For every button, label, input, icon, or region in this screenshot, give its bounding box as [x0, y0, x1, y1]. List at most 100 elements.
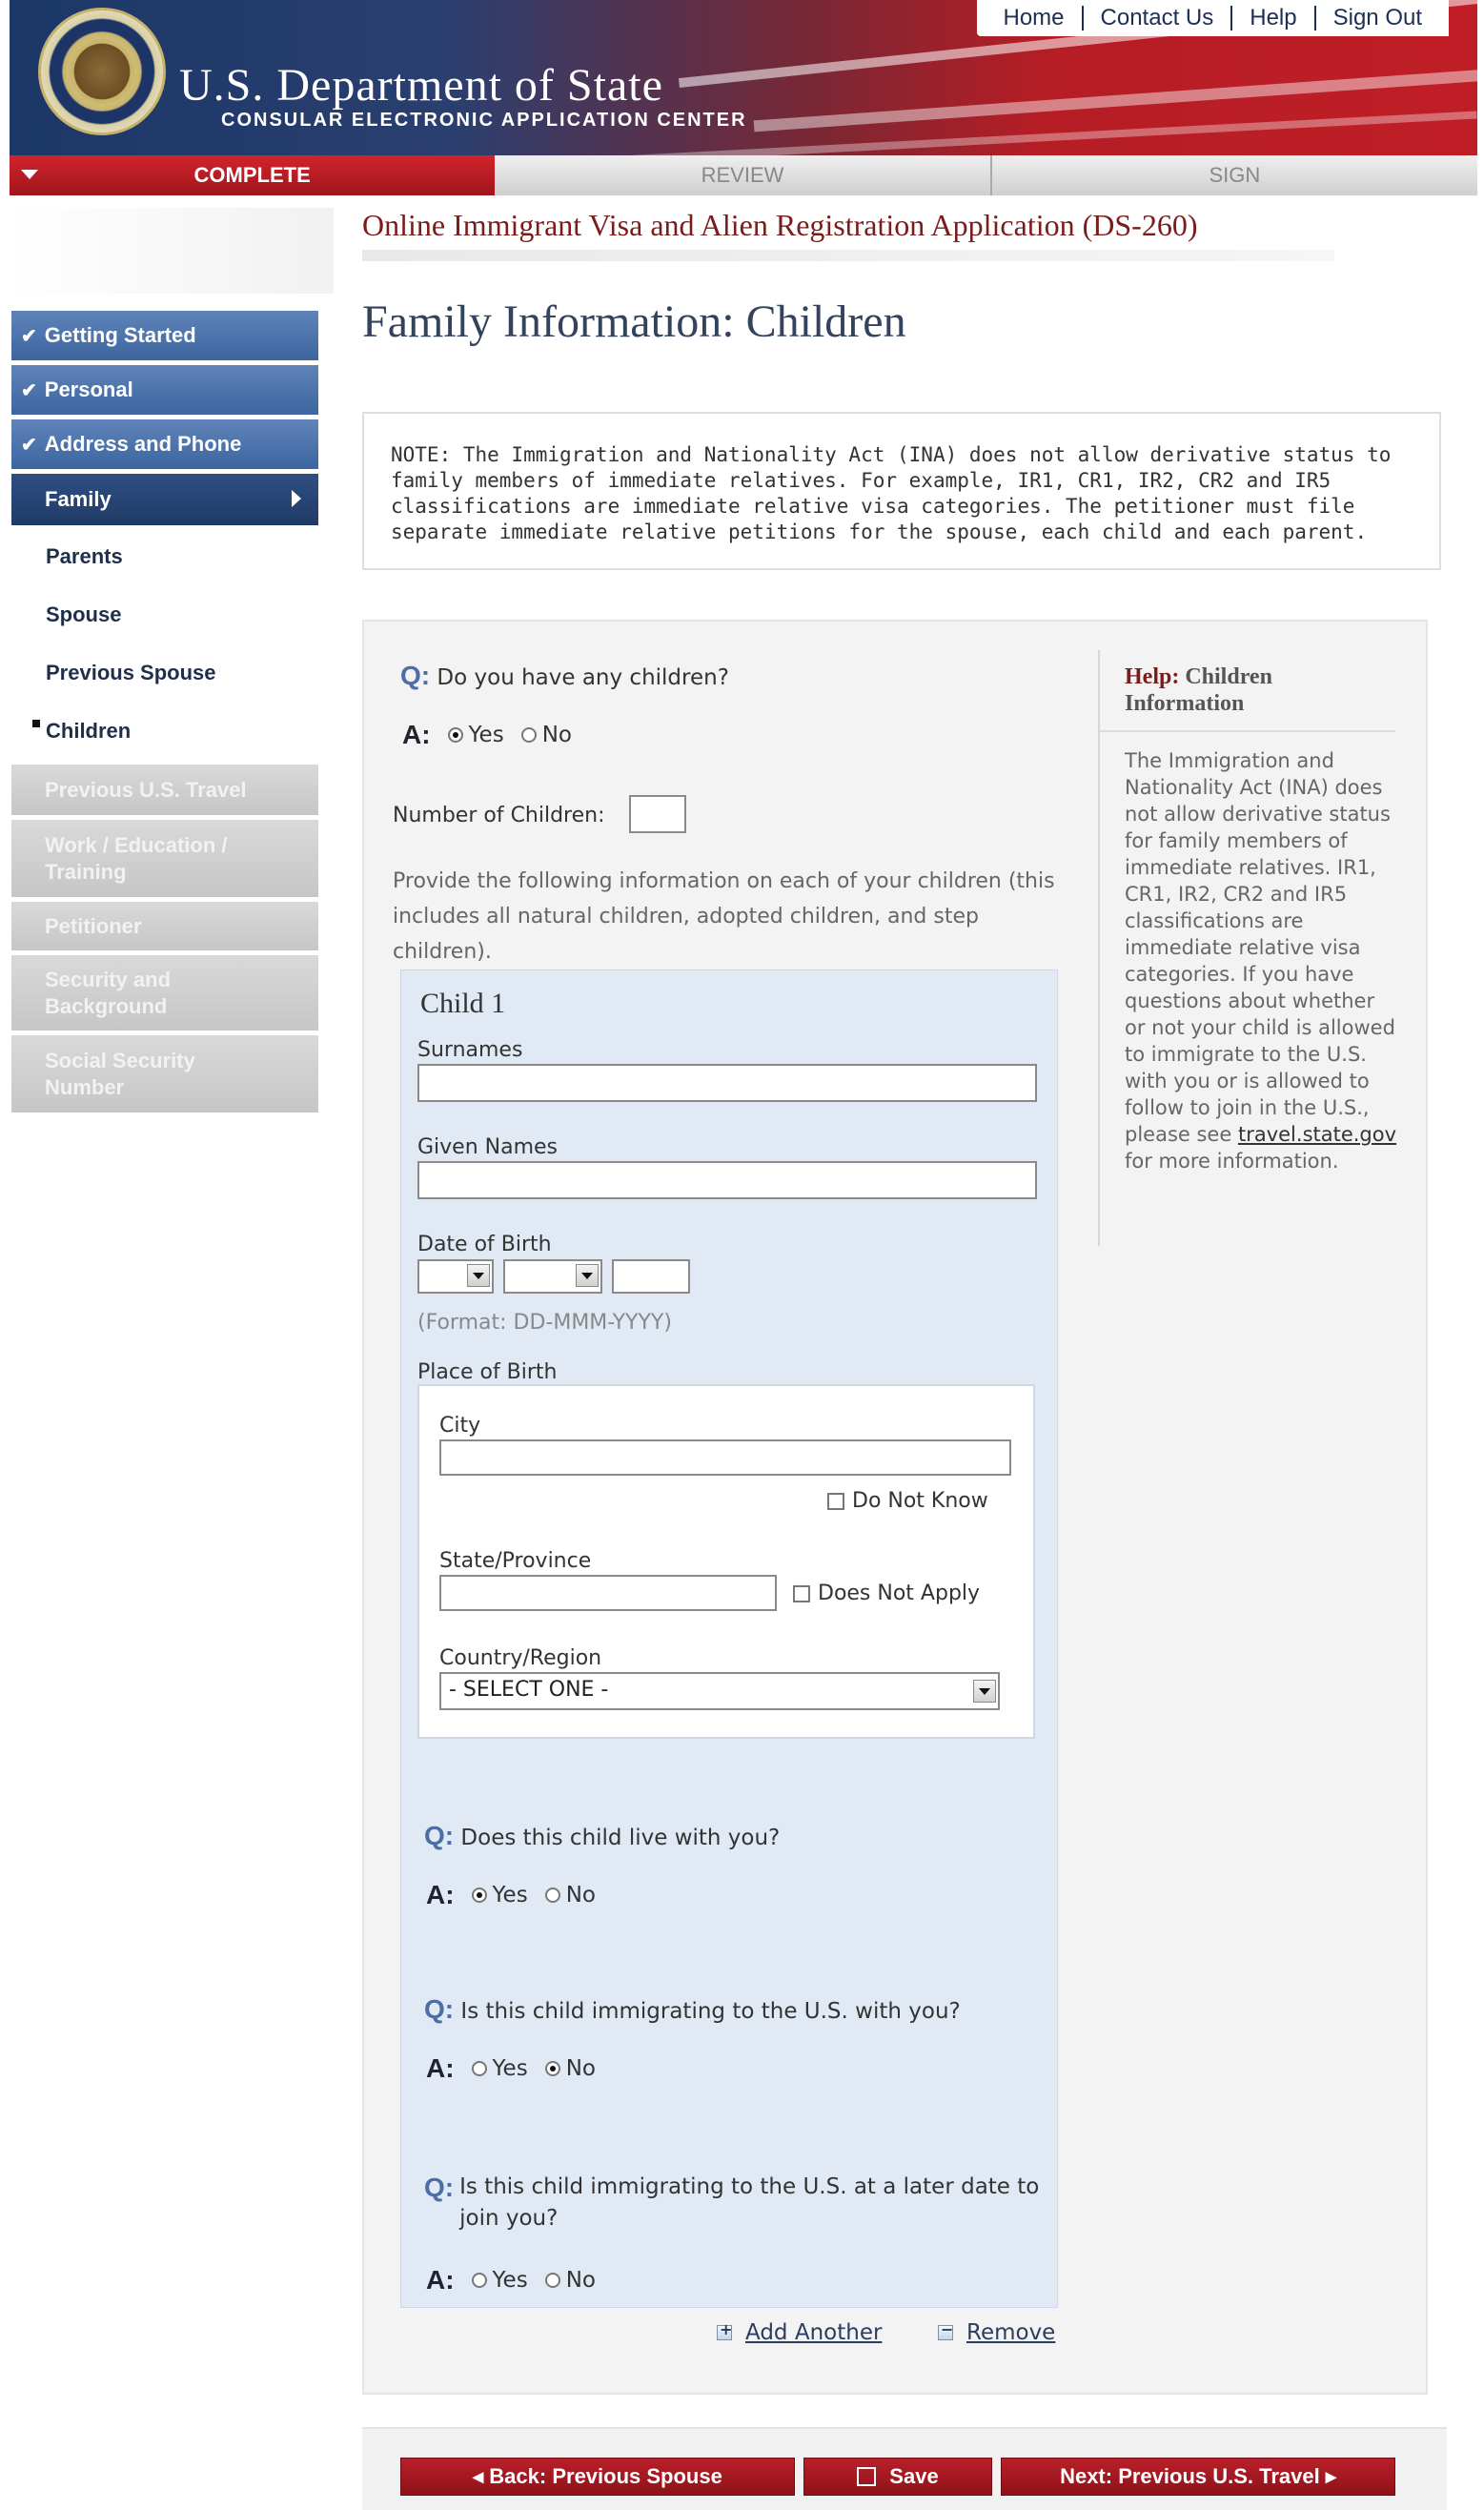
radio-label: Yes	[492, 2056, 528, 2081]
radio-label: Yes	[468, 723, 504, 747]
checkmark-icon: ✔	[21, 434, 37, 456]
add-another-button[interactable]: Add Another	[717, 2320, 882, 2345]
remove-label: Remove	[966, 2320, 1056, 2345]
back-button-label: ◂ Back: Previous Spouse	[473, 2464, 722, 2488]
travel-state-gov-link[interactable]: travel.state.gov	[1238, 1123, 1396, 1146]
question-label: Q:	[424, 1994, 455, 2024]
sidebar-item-address-phone[interactable]: ✔ Address and Phone	[11, 419, 318, 471]
dob-year-input[interactable]	[612, 1259, 690, 1294]
surnames-input[interactable]	[417, 1064, 1037, 1102]
sidebar-item-label: Work / Education / Training	[45, 832, 228, 884]
radio-empty-icon	[471, 2061, 487, 2076]
tab-sign-label: SIGN	[1209, 163, 1261, 187]
checkbox-label: Do Not Know	[852, 1489, 988, 1513]
dropdown-arrow-icon	[973, 1680, 996, 1703]
sidebar-item-spouse[interactable]: Spouse	[11, 588, 318, 642]
sidebar-item-label: Address and Phone	[44, 432, 242, 456]
question-label: Q:	[400, 661, 431, 690]
question-label: Q:	[424, 1821, 455, 1850]
answer-immigrating-with-you: A: Yes No	[426, 2053, 613, 2084]
current-marker-icon	[32, 720, 40, 727]
checkmark-icon: ✔	[21, 325, 37, 347]
nav-home-link[interactable]: Home	[986, 6, 1084, 31]
sidebar-item-label: Parents	[46, 544, 123, 568]
checkbox-label: Does Not Apply	[818, 1582, 981, 1605]
answer-children: A: Yes No	[402, 720, 589, 750]
sidebar-item-label: Personal	[44, 378, 133, 401]
sidebar-item-children[interactable]: Children	[11, 704, 318, 758]
radio-live-yes[interactable]: Yes	[471, 1883, 528, 1908]
city-input[interactable]	[439, 1439, 1011, 1476]
radio-empty-icon	[544, 2273, 560, 2288]
date-of-birth-label: Date of Birth	[417, 1233, 552, 1256]
checkbox-icon	[793, 1584, 810, 1602]
radio-later-no[interactable]: No	[544, 2268, 596, 2293]
sidebar-item-personal[interactable]: ✔ Personal	[11, 365, 318, 417]
arrow-right-icon	[292, 490, 301, 507]
radio-children-no[interactable]: No	[520, 723, 572, 747]
country-select[interactable]: - SELECT ONE -	[439, 1672, 1000, 1710]
given-names-input[interactable]	[417, 1161, 1037, 1199]
radio-live-no[interactable]: No	[544, 1883, 596, 1908]
radio-children-yes[interactable]: Yes	[447, 723, 504, 747]
radio-label: No	[565, 1883, 596, 1908]
question-text: Is this child immigrating to the U.S. wi…	[460, 1999, 961, 2024]
sidebar-item-previous-spouse[interactable]: Previous Spouse	[11, 646, 318, 700]
question-live-with-you: Q: Does this child live with you?	[424, 1821, 780, 1851]
save-button[interactable]: Save	[803, 2458, 992, 2496]
question-immigrating-with-you: Q: Is this child immigrating to the U.S.…	[424, 1994, 961, 2025]
question-text: Do you have any children?	[437, 665, 729, 690]
sidebar-item-parents[interactable]: Parents	[11, 530, 318, 583]
answer-label: A:	[402, 720, 431, 749]
dob-day-select[interactable]	[417, 1259, 494, 1294]
children-instructions: Provide the following information on eac…	[393, 869, 1055, 964]
radio-empty-icon	[520, 727, 537, 743]
radio-later-yes[interactable]: Yes	[471, 2268, 528, 2293]
sidebar-item-work-education: Work / Education / Training	[11, 820, 318, 900]
tab-review[interactable]: REVIEW	[495, 155, 992, 195]
save-button-label: Save	[889, 2464, 939, 2488]
given-names-label: Given Names	[417, 1135, 559, 1159]
sidebar-item-petitioner: Petitioner	[11, 902, 318, 953]
department-seal-logo	[38, 8, 166, 135]
radio-empty-icon	[471, 2273, 487, 2288]
site-header: U.S. Department of State CONSULAR ELECTR…	[10, 0, 1477, 155]
checkmark-icon: ✔	[21, 379, 37, 401]
sidebar-item-family[interactable]: Family	[11, 474, 318, 525]
sidebar-item-getting-started[interactable]: ✔ Getting Started	[11, 311, 318, 362]
help-body-end: for more information.	[1125, 1150, 1339, 1173]
radio-label: No	[565, 2056, 596, 2081]
question-text: Does this child live with you?	[460, 1826, 781, 1850]
do-not-know-option[interactable]: Do Not Know	[827, 1489, 988, 1513]
question-later-date: Q: Is this child immigrating to the U.S.…	[424, 2172, 1053, 2235]
tab-sign[interactable]: SIGN	[991, 155, 1478, 195]
radio-immigrating-yes[interactable]: Yes	[471, 2056, 528, 2081]
sidebar-item-label: Security and Background	[45, 967, 172, 1018]
help-title: Help: Children Information	[1125, 663, 1397, 717]
does-not-apply-option[interactable]: Does Not Apply	[793, 1582, 980, 1605]
number-of-children-input[interactable]	[629, 795, 686, 833]
remove-button[interactable]: Remove	[938, 2320, 1055, 2345]
sidebar-top-shade	[10, 208, 334, 294]
radio-immigrating-no[interactable]: No	[544, 2056, 596, 2081]
nav-signout-link[interactable]: Sign Out	[1316, 6, 1439, 31]
sidebar-item-social-security: Social Security Number	[11, 1035, 318, 1115]
back-button[interactable]: ◂ Back: Previous Spouse	[400, 2458, 795, 2496]
tab-complete[interactable]: COMPLETE	[10, 155, 496, 195]
help-panel: Help: Children Information The Immigrati…	[1098, 650, 1397, 1246]
nav-contact-link[interactable]: Contact Us	[1084, 6, 1233, 31]
page-title: Family Information: Children	[362, 296, 906, 347]
country-select-value: - SELECT ONE -	[449, 1678, 609, 1702]
answer-live-with-you: A: Yes No	[426, 1880, 613, 1910]
next-button[interactable]: Next: Previous U.S. Travel ▸	[1001, 2458, 1395, 2496]
sidebar-item-security: Security and Background	[11, 955, 318, 1033]
place-of-birth-label: Place of Birth	[417, 1360, 558, 1384]
radio-selected-icon	[544, 2061, 560, 2076]
plus-icon	[717, 2320, 732, 2340]
question-label: Q:	[424, 2173, 455, 2202]
state-input[interactable]	[439, 1575, 777, 1611]
next-button-label: Next: Previous U.S. Travel ▸	[1060, 2464, 1336, 2488]
checkbox-icon	[827, 1492, 844, 1510]
dob-month-select[interactable]	[503, 1259, 602, 1294]
nav-help-link[interactable]: Help	[1232, 6, 1316, 31]
